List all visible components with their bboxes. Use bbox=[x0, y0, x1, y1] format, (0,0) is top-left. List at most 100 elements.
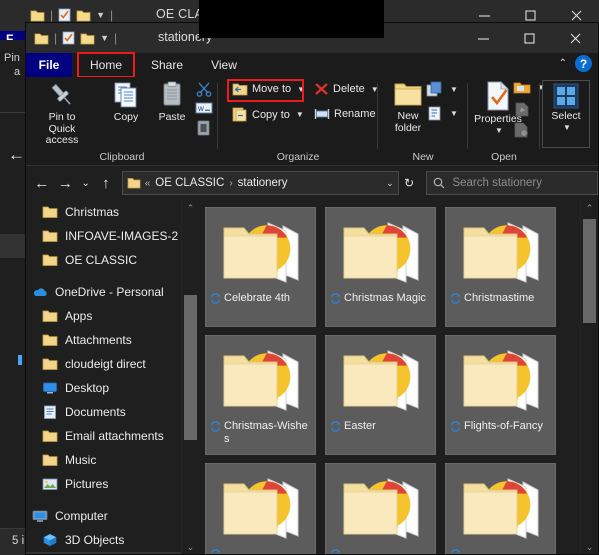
history-button[interactable] bbox=[513, 122, 530, 138]
edit-button[interactable] bbox=[513, 101, 530, 117]
forward-button[interactable]: → bbox=[54, 170, 78, 196]
sidebar-item-pictures[interactable]: Pictures bbox=[26, 472, 181, 496]
chevron-down-icon[interactable]: ▼ bbox=[296, 110, 304, 119]
file-tile[interactable]: Flights-of-Fancy bbox=[445, 335, 556, 455]
rename-button[interactable]: Rename bbox=[314, 107, 376, 121]
navigation-pane[interactable]: Christmas INFOAVE-IMAGES-2 OE CLASSIC OneDr… bbox=[26, 200, 181, 554]
sidebar-item-apps[interactable]: Apps bbox=[26, 304, 181, 328]
file-list-view[interactable]: Celebrate 4th Christmas Magic Christmast… bbox=[199, 200, 598, 554]
move-to-button[interactable]: Move to ▼ bbox=[232, 82, 305, 96]
sidebar-item-oe-classic[interactable]: OE CLASSIC bbox=[26, 248, 181, 272]
ribbon-help-controls[interactable]: ⌃ ? bbox=[559, 55, 592, 72]
paste-shortcut-button[interactable] bbox=[195, 120, 212, 136]
chevron-down-icon[interactable]: ▼ bbox=[495, 126, 503, 135]
easy-access-button[interactable]: ▼ bbox=[426, 105, 458, 121]
sidebar-item-desktop[interactable]: Desktop bbox=[26, 376, 181, 400]
copy-to-button[interactable]: Copy to ▼ bbox=[232, 107, 304, 122]
chevron-down-icon[interactable]: ▼ bbox=[100, 33, 109, 43]
copy-path-button[interactable]: w bbox=[195, 101, 213, 115]
tab-view[interactable]: View bbox=[202, 53, 246, 77]
sidebar-item-computer[interactable]: Computer bbox=[26, 504, 181, 528]
sidebar-item-documents[interactable]: Documents bbox=[26, 400, 181, 424]
sidebar-item-onedrive-personal[interactable]: OneDrive - Personal bbox=[26, 280, 181, 304]
close-button[interactable] bbox=[552, 23, 598, 53]
open-button[interactable]: ▼ bbox=[513, 80, 545, 95]
background-pin-label-2: a bbox=[14, 66, 21, 78]
breadcrumb-overflow-icon[interactable]: « bbox=[145, 178, 151, 189]
chevron-down-icon[interactable]: ▼ bbox=[563, 123, 571, 132]
new-item-button[interactable]: ▼ bbox=[426, 81, 458, 97]
up-button[interactable]: ↑ bbox=[94, 170, 118, 196]
sidebar-item-christmas[interactable]: Christmas bbox=[26, 200, 181, 224]
pin-to-quick-access-button[interactable]: Pin to Quick access bbox=[34, 80, 90, 147]
nav-scroll-up-button[interactable]: ⌃ bbox=[182, 200, 199, 217]
file-tile[interactable]: Christmas-Wishes bbox=[205, 335, 316, 455]
folder-icon[interactable] bbox=[30, 9, 45, 22]
tab-home[interactable]: Home bbox=[76, 53, 136, 77]
background-back-arrow-icon[interactable]: ← bbox=[8, 145, 25, 165]
window-controls[interactable] bbox=[460, 23, 598, 53]
folder-icon[interactable] bbox=[34, 32, 49, 45]
file-tile[interactable]: Easter bbox=[325, 335, 436, 455]
sidebar-item-email-attachments[interactable]: Email attachments bbox=[26, 424, 181, 448]
chevron-down-icon[interactable]: ▼ bbox=[450, 109, 458, 118]
properties-icon[interactable] bbox=[58, 8, 71, 22]
breadcrumb-dropdown-icon[interactable]: ⌄ bbox=[386, 178, 394, 189]
select-button[interactable]: Select ▼ bbox=[542, 83, 590, 132]
file-tile[interactable]: Christmas Magic bbox=[325, 207, 436, 327]
sidebar-item-label: Apps bbox=[65, 309, 93, 323]
recent-locations-button[interactable]: ⌄ bbox=[77, 170, 94, 196]
nav-scroll-down-button[interactable]: ⌄ bbox=[182, 539, 199, 554]
paste-button[interactable]: Paste bbox=[144, 80, 200, 124]
tab-share[interactable]: Share bbox=[143, 53, 191, 77]
nav-scroll-track[interactable] bbox=[182, 217, 199, 539]
tab-file[interactable]: File bbox=[26, 53, 72, 77]
quick-access-toolbar[interactable]: | ▼ | bbox=[34, 28, 117, 48]
chevron-down-icon[interactable]: ▼ bbox=[297, 85, 305, 94]
cut-button[interactable] bbox=[195, 81, 213, 97]
navigation-scrollbar[interactable]: ⌃ ⌄ bbox=[181, 200, 199, 554]
chevron-down-icon[interactable]: ▼ bbox=[450, 85, 458, 94]
help-button[interactable]: ? bbox=[575, 55, 592, 72]
ribbon-group-open: Properties ▼ ▼ Open bbox=[468, 77, 545, 165]
nav-scroll-thumb[interactable] bbox=[184, 295, 197, 440]
delete-button[interactable]: Delete ▼ bbox=[314, 82, 379, 96]
qat-divider-1: | bbox=[54, 31, 58, 45]
chevron-up-icon[interactable]: ⌃ bbox=[559, 58, 567, 69]
background-selected-row[interactable] bbox=[0, 234, 27, 258]
content-scroll-up-button[interactable]: ⌃ bbox=[581, 200, 598, 217]
chevron-down-icon[interactable]: ▼ bbox=[96, 10, 105, 20]
content-scrollbar[interactable]: ⌃ ⌄ bbox=[580, 200, 598, 554]
minimize-button[interactable] bbox=[460, 23, 506, 53]
file-caption: Christmas-Wishes bbox=[206, 420, 315, 446]
sidebar-item-cloudeigt-direct[interactable]: cloudeigt direct bbox=[26, 352, 181, 376]
file-tile[interactable] bbox=[445, 463, 556, 554]
background-accent-marker-1 bbox=[18, 355, 22, 365]
sidebar-item-3d-objects[interactable]: 3D Objects bbox=[26, 528, 181, 552]
sidebar-item-infoave-images-2[interactable]: INFOAVE-IMAGES-2 bbox=[26, 224, 181, 248]
new-folder-icon[interactable] bbox=[80, 32, 95, 45]
breadcrumb[interactable]: « OE CLASSIC › stationery ⌄ bbox=[121, 171, 399, 195]
breadcrumb-item-1[interactable]: stationery bbox=[238, 177, 288, 189]
back-button[interactable]: ← bbox=[30, 170, 54, 196]
ribbon-group-organize: Move to ▼ Copy to ▼ Delete ▼ Rename Orga… bbox=[218, 77, 379, 165]
new-folder-icon[interactable] bbox=[76, 9, 91, 22]
file-tile[interactable]: Celebrate 4th bbox=[205, 207, 316, 327]
search-input[interactable]: Search stationery bbox=[426, 171, 598, 195]
ribbon-tabrow[interactable]: File Home Share View ⌃ ? bbox=[26, 52, 598, 78]
file-tile[interactable] bbox=[205, 463, 316, 554]
file-tile[interactable]: Christmastime bbox=[445, 207, 556, 327]
new-folder-label-line2: folder bbox=[394, 121, 422, 134]
navigation-tree[interactable]: Christmas INFOAVE-IMAGES-2 OE CLASSIC OneDr… bbox=[26, 200, 181, 554]
refresh-button[interactable]: ↻ bbox=[399, 171, 420, 195]
breadcrumb-item-0[interactable]: OE CLASSIC bbox=[155, 177, 224, 189]
content-scroll-down-button[interactable]: ⌄ bbox=[581, 539, 598, 554]
file-grid[interactable]: Celebrate 4th Christmas Magic Christmast… bbox=[205, 207, 557, 554]
file-tile[interactable] bbox=[325, 463, 436, 554]
content-scroll-thumb[interactable] bbox=[583, 219, 596, 323]
sidebar-item-music[interactable]: Music bbox=[26, 448, 181, 472]
sidebar-item-attachments[interactable]: Attachments bbox=[26, 328, 181, 352]
maximize-button[interactable] bbox=[506, 23, 552, 53]
explorer-window[interactable]: | ▼ | stationery File Home Share View ⌃ … bbox=[25, 22, 599, 555]
properties-icon[interactable] bbox=[62, 31, 75, 45]
